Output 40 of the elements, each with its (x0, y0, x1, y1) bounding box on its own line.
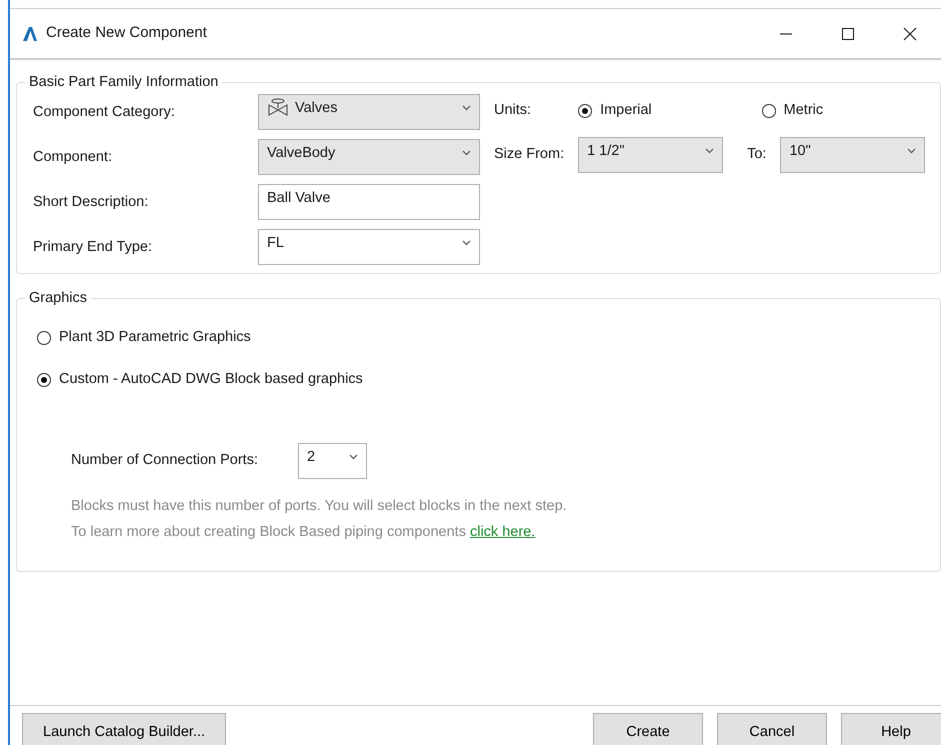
field-label: Short Description: (33, 192, 150, 212)
link[interactable]: click here. (470, 524, 536, 540)
field-label: Number of Connection Ports: (71, 451, 258, 470)
dropdown[interactable]: 10" (780, 137, 926, 173)
dropdown[interactable]: ValveBody (258, 138, 480, 174)
dialog-button[interactable]: Cancel (717, 713, 827, 745)
dialog-button[interactable]: Help (841, 713, 941, 745)
caret-icon (705, 148, 714, 154)
close-icon (903, 26, 917, 40)
radio-option[interactable]: Custom - AutoCAD DWG Block based graphics (37, 369, 363, 391)
minimize-icon (779, 32, 793, 34)
caret-icon (462, 104, 471, 110)
window-title: Create New Component (46, 23, 207, 44)
dropdown[interactable]: Valves (258, 94, 480, 130)
radio-option[interactable]: Metric (762, 100, 824, 122)
caret-icon (348, 454, 358, 460)
hint-text: To learn more about creating Block Based piping components click here. (71, 523, 536, 542)
dropdown[interactable]: 2 (298, 443, 367, 479)
launch-button[interactable]: Launch Catalog Builder... (22, 713, 226, 745)
dialog-button[interactable]: Create (593, 713, 703, 745)
hint-text: Blocks must have this number of ports. You will select blocks in the next step. (71, 497, 568, 516)
text-field[interactable]: Ball Valve (258, 184, 480, 220)
caret-icon (462, 240, 471, 246)
dropdown[interactable]: FL (258, 228, 480, 264)
maximize-icon (841, 26, 855, 40)
caret-icon (907, 148, 916, 154)
group-label: Graphics (25, 289, 92, 307)
radio-option[interactable]: Plant 3D Parametric Graphics (37, 327, 251, 349)
field-label: Component Category: (33, 102, 176, 122)
dropdown[interactable]: 1 1/2" (578, 137, 724, 173)
group-label: Basic Part Family Information (25, 73, 222, 91)
field-label: Size From: (494, 145, 564, 164)
field-label: To: (747, 145, 766, 164)
field-label: Primary End Type: (33, 238, 154, 256)
caret-icon (462, 150, 471, 156)
field-label: Units: (494, 101, 532, 120)
valve-icon (267, 98, 289, 118)
app-logo-icon (22, 26, 38, 42)
radio-option[interactable]: Imperial (578, 100, 652, 122)
field-label: Component: (33, 148, 113, 166)
